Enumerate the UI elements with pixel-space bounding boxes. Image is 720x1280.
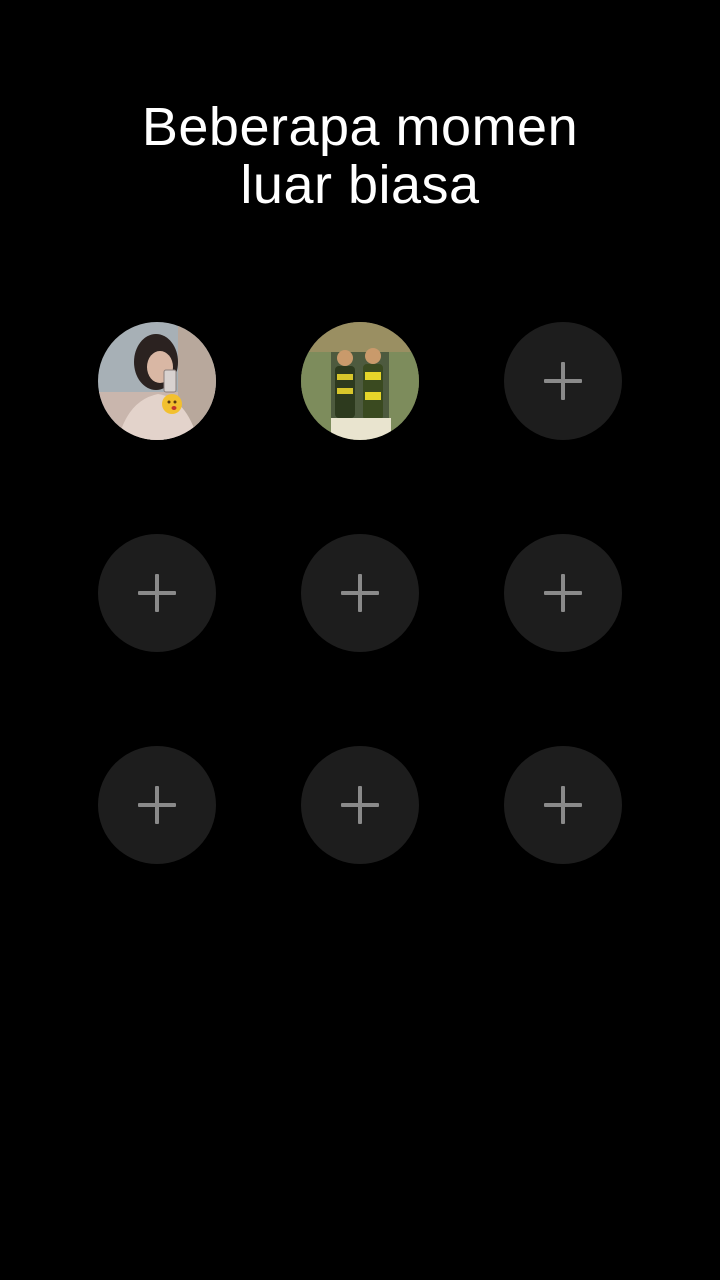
plus-icon xyxy=(544,574,582,612)
moments-screen: Beberapa momen luar biasa xyxy=(0,0,720,1280)
add-moment-button-3[interactable] xyxy=(504,322,622,440)
page-title: Beberapa momen luar biasa xyxy=(0,98,720,214)
plus-icon xyxy=(544,786,582,824)
title-line-1: Beberapa momen xyxy=(141,97,579,157)
add-moment-button-9[interactable] xyxy=(504,746,622,864)
moment-slot-2-photo[interactable] xyxy=(301,322,419,440)
plus-icon xyxy=(138,574,176,612)
add-moment-button-4[interactable] xyxy=(98,534,216,652)
couple-photo-thumbnail xyxy=(301,322,419,440)
add-moment-button-6[interactable] xyxy=(504,534,622,652)
moment-slot-1-photo[interactable] xyxy=(98,322,216,440)
title-line-2: luar biasa xyxy=(240,155,480,215)
plus-icon xyxy=(138,786,176,824)
portrait-photo-thumbnail xyxy=(98,322,216,440)
add-moment-button-8[interactable] xyxy=(301,746,419,864)
plus-icon xyxy=(341,786,379,824)
add-moment-button-5[interactable] xyxy=(301,534,419,652)
plus-icon xyxy=(544,362,582,400)
add-moment-button-7[interactable] xyxy=(98,746,216,864)
plus-icon xyxy=(341,574,379,612)
